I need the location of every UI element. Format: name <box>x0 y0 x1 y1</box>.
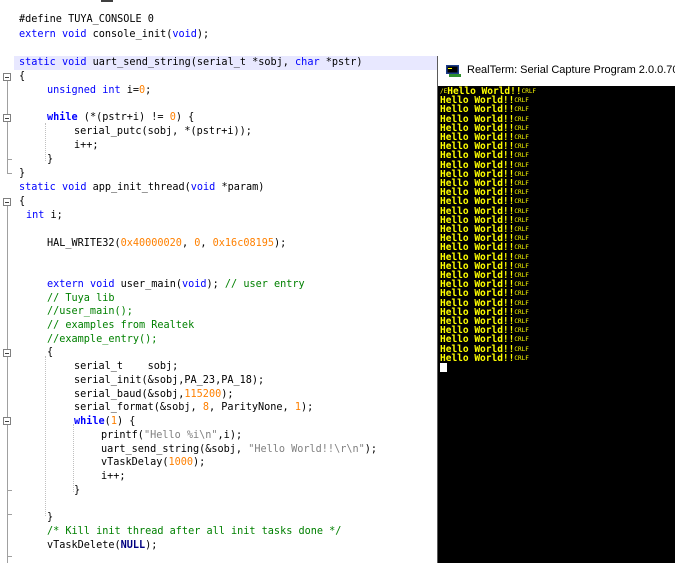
fold-end-marker <box>7 490 12 491</box>
realterm-app-icon <box>446 65 461 77</box>
fold-end-marker <box>7 159 12 160</box>
terminal-crlf-marker: CRLF <box>514 216 529 224</box>
terminal-crlf-marker: CRLF <box>514 106 529 114</box>
terminal-line: Hello World!!CRLF <box>440 352 529 364</box>
indent-guide <box>45 356 46 516</box>
terminal-crlf-marker: CRLF <box>514 180 529 187</box>
terminal-crlf-marker: CRLF <box>514 115 529 123</box>
code-line: #define TUYA_CONSOLE 0 <box>19 14 154 25</box>
fold-line <box>7 206 8 563</box>
code-line: while(1) { <box>74 416 136 427</box>
code-line: HAL_WRITE32(0x40000020, 0, 0x16c08195); <box>47 238 287 249</box>
code-line: serial_putc(sobj, *(pstr+i)); <box>74 126 252 137</box>
terminal-crlf-marker: CRLF <box>514 281 529 289</box>
terminal-crlf-marker: CRLF <box>514 354 529 362</box>
terminal-crlf-marker: CRLF <box>514 336 529 344</box>
terminal-crlf-marker: CRLF <box>514 262 529 270</box>
terminal-crlf-marker: CRLF <box>521 88 537 95</box>
code-line: { <box>19 71 26 82</box>
fold-collapse-icon[interactable] <box>3 114 11 122</box>
terminal-crlf-marker: CRLF <box>514 97 529 105</box>
terminal-line-text: Hello World!! <box>440 352 515 364</box>
fold-collapse-icon[interactable] <box>3 349 11 357</box>
code-line: // examples from Realtek <box>47 320 195 331</box>
code-line: serial_t sobj; <box>74 361 179 372</box>
code-line: printf("Hello %i\n",i); <box>101 430 243 441</box>
terminal-crlf-marker: CRLF <box>514 308 529 316</box>
fold-collapse-icon[interactable] <box>3 198 11 206</box>
code-line: //user_main(); <box>47 306 133 317</box>
indent-guide <box>45 123 46 161</box>
terminal-crlf-marker: CRLF <box>514 299 529 307</box>
terminal-crlf-marker: CRLF <box>514 290 529 298</box>
code-line: { <box>19 196 26 207</box>
fold-end-marker <box>7 173 12 174</box>
code-line: int i; <box>26 210 63 221</box>
terminal-crlf-marker: CRLF <box>514 207 529 215</box>
code-line: i++; <box>74 140 99 151</box>
terminal-crlf-marker: CRLF <box>514 189 529 197</box>
code-line: extern void user_main(void); // user ent… <box>47 279 305 290</box>
code-line: /* Kill init thread after all init tasks… <box>47 526 342 537</box>
code-line: serial_init(&sobj,PA_23,PA_18); <box>74 375 265 386</box>
realterm-window[interactable]: RealTerm: Serial Capture Program 2.0.0.7… <box>437 56 675 563</box>
code-line: //example_entry(); <box>47 334 158 345</box>
terminal-output[interactable]: /EHello World!!CRLF Hello World!!CRLF Hell… <box>438 86 675 563</box>
window-titlebar[interactable]: RealTerm: Serial Capture Program 2.0.0.7… <box>438 56 675 86</box>
code-line: } <box>74 485 81 496</box>
terminal-crlf-marker: CRLF <box>514 318 529 325</box>
indent-guide <box>73 424 74 492</box>
code-line: { <box>47 347 54 358</box>
code-line: i++; <box>101 471 126 482</box>
terminal-crlf-marker: CRLF <box>514 143 529 151</box>
code-line: static void app_init_thread(void *param) <box>19 182 265 193</box>
code-line: serial_format(&sobj, 8, ParityNone, 1); <box>74 402 314 413</box>
terminal-crlf-marker: CRLF <box>514 198 529 206</box>
code-line: uart_send_string(&sobj, "Hello World!!\r… <box>101 444 378 455</box>
code-line-current: static void uart_send_string(serial_t *s… <box>14 56 459 70</box>
terminal-crlf-marker: CRLF <box>514 253 529 261</box>
terminal-crlf-marker: CRLF <box>514 134 529 141</box>
scrolled-text-fragment <box>101 0 113 2</box>
fold-collapse-icon[interactable] <box>3 73 11 81</box>
terminal-crlf-marker: CRLF <box>514 345 529 353</box>
terminal-crlf-marker: CRLF <box>514 272 529 279</box>
code-line: serial_baud(&sobj,115200); <box>74 389 234 400</box>
code-line: unsigned int i=0; <box>47 85 152 96</box>
fold-end-marker <box>7 556 12 557</box>
terminal-crlf-marker: CRLF <box>514 327 529 335</box>
code-line: extern void console_init(void); <box>19 29 210 40</box>
code-line: } <box>47 512 54 523</box>
fold-collapse-icon[interactable] <box>3 417 11 425</box>
fold-end-marker <box>7 514 12 515</box>
window-title: RealTerm: Serial Capture Program 2.0.0.7… <box>467 64 675 76</box>
code-line: while (*(pstr+i) != 0) { <box>47 112 195 123</box>
terminal-crlf-marker: CRLF <box>514 226 529 233</box>
terminal-crlf-marker: CRLF <box>514 235 529 243</box>
code-line: vTaskDelete(NULL); <box>47 540 158 551</box>
terminal-crlf-marker: CRLF <box>514 244 529 252</box>
terminal-crlf-marker: CRLF <box>514 124 529 132</box>
terminal-cursor <box>440 363 447 372</box>
code-line: // Tuya lib <box>47 293 115 304</box>
code-line: vTaskDelay(1000); <box>101 457 206 468</box>
terminal-crlf-marker: CRLF <box>514 170 529 178</box>
terminal-crlf-marker: CRLF <box>514 152 529 160</box>
terminal-crlf-marker: CRLF <box>514 161 529 169</box>
code-line: } <box>47 154 54 165</box>
code-line: } <box>19 168 26 179</box>
